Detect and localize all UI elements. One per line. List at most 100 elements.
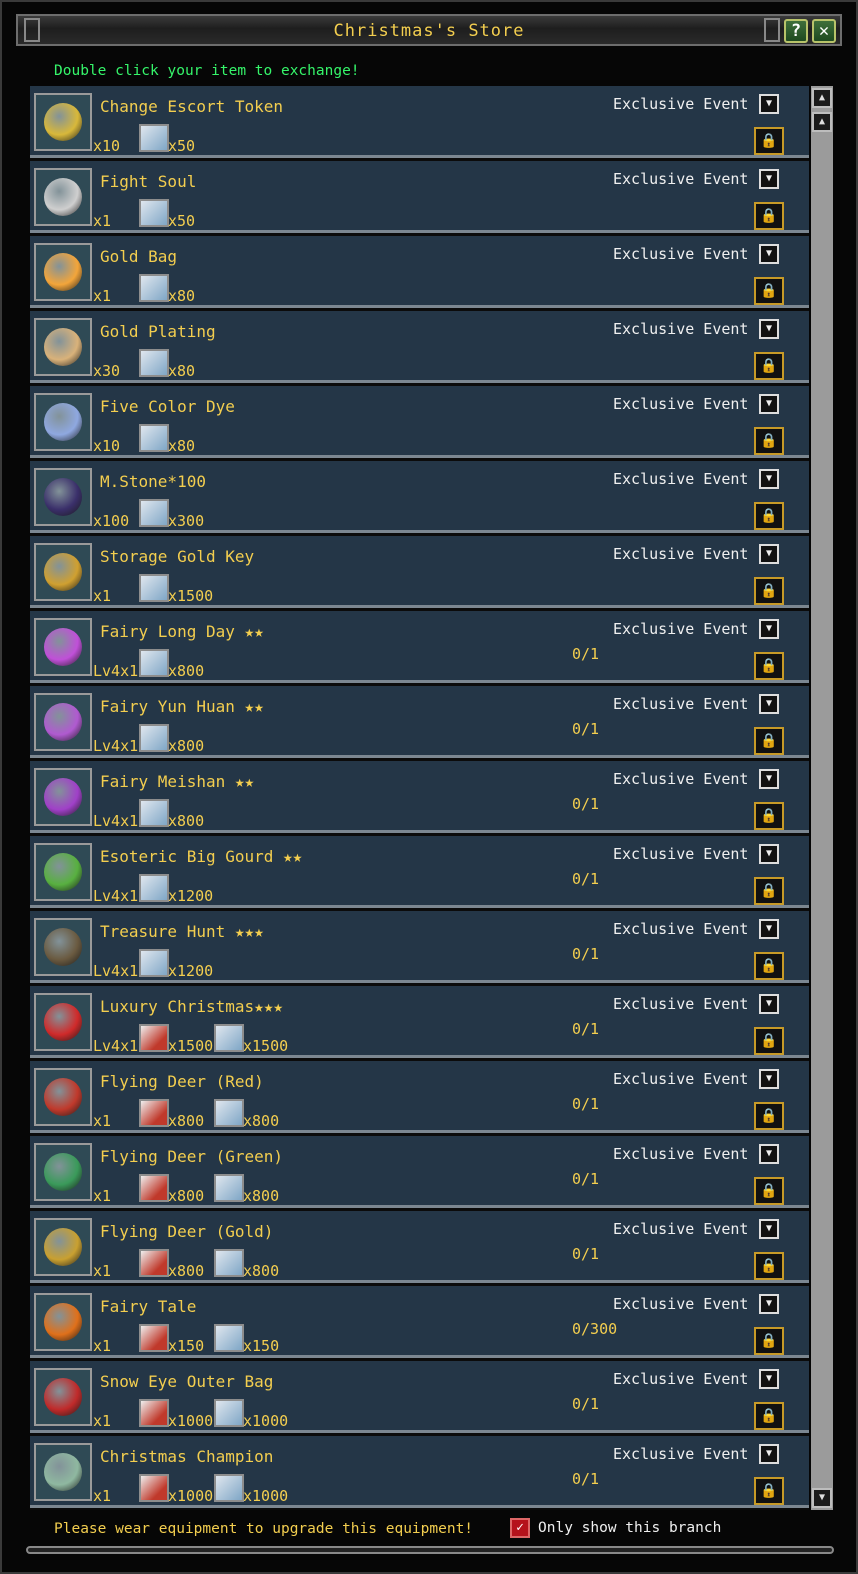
item-thumbnail[interactable]	[34, 1443, 92, 1501]
red-ticket-icon	[139, 1399, 169, 1427]
cost-amount: x800	[168, 662, 205, 680]
item-thumbnail[interactable]	[34, 693, 92, 751]
chevron-down-icon[interactable]: ▼	[759, 469, 779, 489]
store-item-row[interactable]: Esoteric Big Gourd ★★ Lv4x1 x1200 0/1 Exclus…	[30, 836, 809, 908]
lock-icon[interactable]: 🔒	[754, 352, 784, 380]
item-thumbnail[interactable]	[34, 618, 92, 676]
category-tag: Exclusive Event	[613, 770, 749, 788]
item-thumbnail[interactable]	[34, 1368, 92, 1426]
store-item-row[interactable]: Storage Gold Key x1 x1500 Exclusive Event ▼ 🔒	[30, 536, 809, 608]
item-picture	[44, 703, 82, 741]
store-item-row[interactable]: Fairy Long Day ★★ Lv4x1 x800 0/1 Exclusive E…	[30, 611, 809, 683]
store-item-row[interactable]: Fairy Tale x1 x150 x150 0/300 Exclusive Event…	[30, 1286, 809, 1358]
item-thumbnail[interactable]	[34, 1218, 92, 1276]
lock-icon[interactable]: 🔒	[754, 877, 784, 905]
item-thumbnail[interactable]	[34, 768, 92, 826]
store-item-row[interactable]: Flying Deer (Red) x1 x800 x800 0/1 Exclusive …	[30, 1061, 809, 1133]
scroll-down-icon[interactable]: ▼	[812, 1488, 832, 1508]
item-thumbnail[interactable]	[34, 993, 92, 1051]
help-button[interactable]: ?	[784, 19, 808, 43]
chevron-down-icon[interactable]: ▼	[759, 1144, 779, 1164]
cost-amount: x1000	[168, 1412, 214, 1430]
chevron-down-icon[interactable]: ▼	[759, 769, 779, 789]
store-item-row[interactable]: Fairy Meishan ★★ Lv4x1 x800 0/1 Exclusive Ev…	[30, 761, 809, 833]
item-quantity: Lv4x1	[93, 812, 139, 830]
chevron-down-icon[interactable]: ▼	[759, 919, 779, 939]
chevron-down-icon[interactable]: ▼	[759, 844, 779, 864]
store-item-row[interactable]: Change Escort Token x10 x50 Exclusive Event…	[30, 86, 809, 158]
item-thumbnail[interactable]	[34, 843, 92, 901]
lock-icon[interactable]: 🔒	[754, 652, 784, 680]
item-name: Fairy Tale	[100, 1297, 197, 1316]
chevron-down-icon[interactable]: ▼	[759, 319, 779, 339]
chevron-down-icon[interactable]: ▼	[759, 1294, 779, 1314]
store-item-row[interactable]: Five Color Dye x10 x80 Exclusive Event ▼ 🔒	[30, 386, 809, 458]
purchase-limit: 0/1	[572, 1395, 600, 1413]
lock-icon[interactable]: 🔒	[754, 952, 784, 980]
item-thumbnail[interactable]	[34, 468, 92, 526]
chevron-down-icon[interactable]: ▼	[759, 1369, 779, 1389]
item-thumbnail[interactable]	[34, 168, 92, 226]
item-thumbnail[interactable]	[34, 318, 92, 376]
chevron-down-icon[interactable]: ▼	[759, 544, 779, 564]
cost-amount: x1500	[168, 587, 214, 605]
chevron-down-icon[interactable]: ▼	[759, 619, 779, 639]
cost-amount: x800	[168, 812, 205, 830]
lock-icon[interactable]: 🔒	[754, 127, 784, 155]
store-item-row[interactable]: Treasure Hunt ★★★ Lv4x1 x1200 0/1 Exclusive …	[30, 911, 809, 983]
store-item-row[interactable]: Christmas Champion x1 x1000 x1000 0/1 Exclusi…	[30, 1436, 809, 1508]
store-item-row[interactable]: Flying Deer (Gold) x1 x800 x800 0/1 Exclusive…	[30, 1211, 809, 1283]
store-item-row[interactable]: M.Stone*100 x100 x300 Exclusive Event ▼ 🔒	[30, 461, 809, 533]
chevron-down-icon[interactable]: ▼	[759, 1219, 779, 1239]
lock-icon[interactable]: 🔒	[754, 1327, 784, 1355]
store-item-row[interactable]: Gold Plating x30 x80 Exclusive Event ▼ 🔒	[30, 311, 809, 383]
lock-icon[interactable]: 🔒	[754, 577, 784, 605]
scroll-up-icon[interactable]: ▲	[812, 112, 832, 132]
scroll-up-icon[interactable]: ▲	[812, 88, 832, 108]
lock-icon[interactable]: 🔒	[754, 802, 784, 830]
store-item-row[interactable]: Gold Bag x1 x80 Exclusive Event ▼ 🔒	[30, 236, 809, 308]
store-item-row[interactable]: Luxury Christmas★★★ Lv4x1 x1500 x1500 0/1 Exc…	[30, 986, 809, 1058]
lock-icon[interactable]: 🔒	[754, 1177, 784, 1205]
lock-icon[interactable]: 🔒	[754, 1402, 784, 1430]
only-branch-checkbox[interactable]: ✓	[510, 1518, 530, 1538]
lock-icon[interactable]: 🔒	[754, 1252, 784, 1280]
item-list[interactable]: Change Escort Token x10 x50 Exclusive Event…	[30, 86, 809, 1510]
item-thumbnail[interactable]	[34, 243, 92, 301]
lock-icon[interactable]: 🔒	[754, 727, 784, 755]
item-thumbnail[interactable]	[34, 1143, 92, 1201]
lock-icon[interactable]: 🔒	[754, 277, 784, 305]
blue-ticket-icon	[214, 1174, 244, 1202]
chevron-down-icon[interactable]: ▼	[759, 694, 779, 714]
lock-icon[interactable]: 🔒	[754, 202, 784, 230]
close-button[interactable]: ✕	[812, 19, 836, 43]
lock-icon[interactable]: 🔒	[754, 427, 784, 455]
store-item-row[interactable]: Snow Eye Outer Bag x1 x1000 x1000 0/1 Exclusi…	[30, 1361, 809, 1433]
store-item-row[interactable]: Flying Deer (Green) x1 x800 x800 0/1 Exclusiv…	[30, 1136, 809, 1208]
scrollbar[interactable]: ▲ ▲ ▼	[811, 86, 833, 1510]
item-thumbnail[interactable]	[34, 1068, 92, 1126]
lock-icon[interactable]: 🔒	[754, 1027, 784, 1055]
lock-icon[interactable]: 🔒	[754, 502, 784, 530]
chevron-down-icon[interactable]: ▼	[759, 1444, 779, 1464]
chevron-down-icon[interactable]: ▼	[759, 394, 779, 414]
item-thumbnail[interactable]	[34, 543, 92, 601]
chevron-down-icon[interactable]: ▼	[759, 994, 779, 1014]
chevron-down-icon[interactable]: ▼	[759, 244, 779, 264]
lock-icon[interactable]: 🔒	[754, 1477, 784, 1505]
chevron-down-icon[interactable]: ▼	[759, 169, 779, 189]
chevron-down-icon[interactable]: ▼	[759, 94, 779, 114]
store-item-row[interactable]: Fairy Yun Huan ★★ Lv4x1 x800 0/1 Exclusive E…	[30, 686, 809, 758]
item-thumbnail[interactable]	[34, 93, 92, 151]
lock-icon[interactable]: 🔒	[754, 1102, 784, 1130]
item-thumbnail[interactable]	[34, 393, 92, 451]
item-thumbnail[interactable]	[34, 1293, 92, 1351]
category-tag: Exclusive Event	[613, 1220, 749, 1238]
store-item-row[interactable]: Fight Soul x1 x50 Exclusive Event ▼ 🔒	[30, 161, 809, 233]
chevron-down-icon[interactable]: ▼	[759, 1069, 779, 1089]
item-name: Treasure Hunt ★★★	[100, 922, 264, 941]
item-thumbnail[interactable]	[34, 918, 92, 976]
cost-amount: x800	[168, 737, 205, 755]
title-bar[interactable]: Christmas's Store ? ✕	[16, 14, 842, 46]
category-tag: Exclusive Event	[613, 620, 749, 638]
